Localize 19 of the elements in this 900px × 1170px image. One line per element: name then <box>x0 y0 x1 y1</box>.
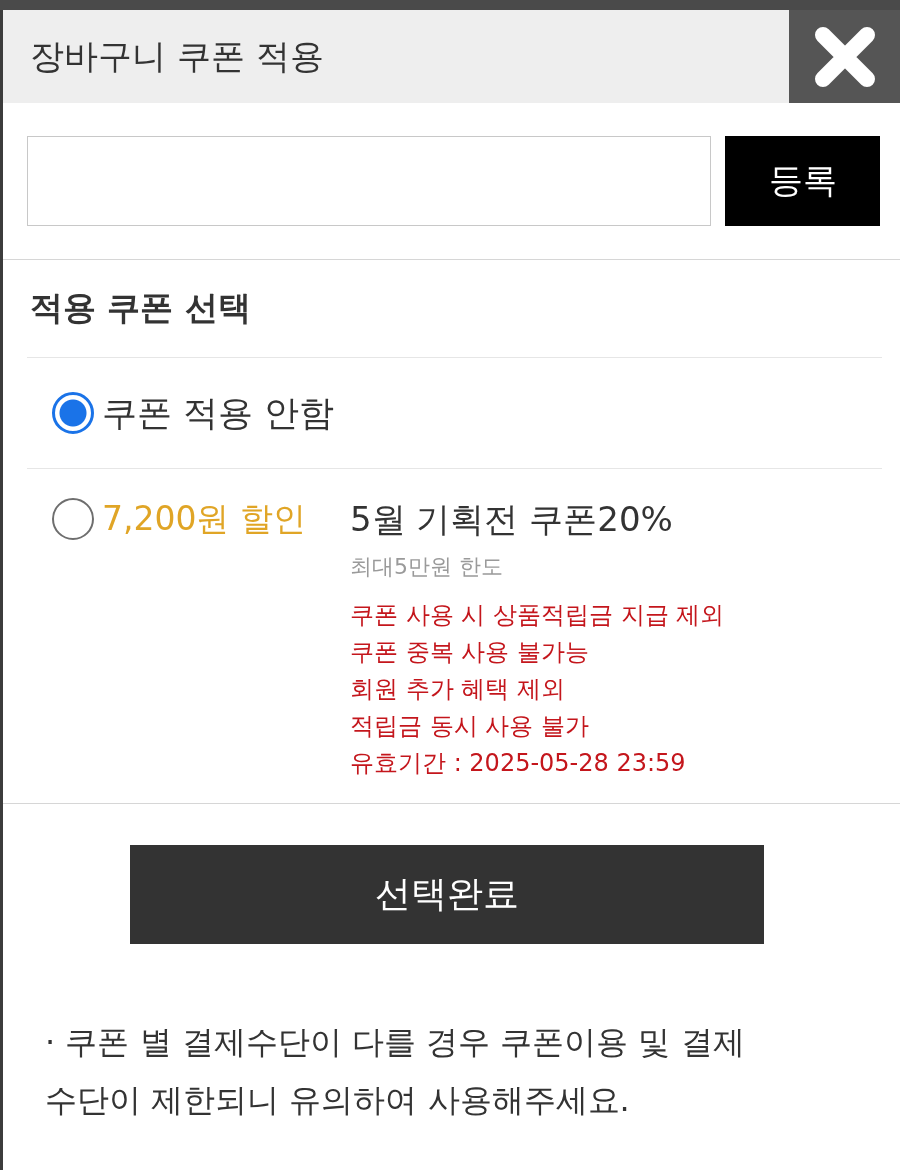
option-label: 쿠폰 적용 안함 <box>102 391 335 435</box>
close-button[interactable] <box>789 10 900 103</box>
coupon-condition: 쿠폰 사용 시 상품적립금 지급 제외 <box>350 600 725 631</box>
coupon-limit: 최대5만원 한도 <box>350 553 503 581</box>
radio-button[interactable] <box>52 498 94 540</box>
radio-button[interactable] <box>52 392 94 434</box>
close-icon <box>813 25 876 88</box>
discount-amount: 7,200원 할인 <box>102 498 307 540</box>
coupon-name: 5월 기획전 쿠폰20% <box>350 498 673 541</box>
confirm-button[interactable]: 선택완료 <box>130 845 764 944</box>
dialog-title: 장바구니 쿠폰 적용 <box>29 34 324 78</box>
register-button[interactable]: 등록 <box>725 136 880 226</box>
coupon-condition: 적립금 동시 사용 불가 <box>350 711 589 742</box>
coupon-condition: 회원 추가 혜택 제외 <box>350 674 565 705</box>
coupon-code-field[interactable] <box>27 136 711 226</box>
notice-text: · 쿠폰 별 결제수단이 다를 경우 쿠폰이용 및 결제 수단이 제한되니 유의하여 사용해주세요. <box>45 1022 746 1121</box>
coupon-condition: 유효기간 : 2025-05-28 23:59 <box>350 748 686 779</box>
section-title: 적용 쿠폰 선택 <box>29 287 251 329</box>
coupon-condition: 쿠폰 중복 사용 불가능 <box>350 637 589 668</box>
